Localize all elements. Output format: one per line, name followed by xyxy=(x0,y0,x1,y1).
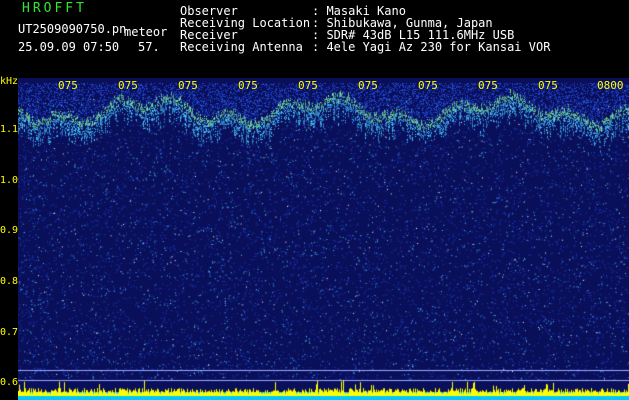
y-tick-label: 0.9 xyxy=(0,225,19,236)
y-tick-label: 1.0 xyxy=(0,175,19,186)
capture-datetime: 25.09.09 07:50 xyxy=(18,40,120,54)
meta-label-antenna: Receiving Antenna xyxy=(180,40,303,54)
y-tick-label: 0.8 xyxy=(0,276,19,287)
x-tick-label: 075 xyxy=(298,79,318,92)
x-tick-label: 075 xyxy=(478,79,498,92)
x-tick-label: 075 xyxy=(538,79,558,92)
y-tick-label: 0.6 xyxy=(0,377,19,388)
x-tick-label: 075 xyxy=(358,79,378,92)
meta-value-antenna: : 4ele Yagi Az 230 for Kansai VOR xyxy=(312,40,551,54)
meteor-count: 57. xyxy=(138,40,160,54)
y-tick-label: 1.1 xyxy=(0,124,19,135)
x-tick-label: 075 xyxy=(418,79,438,92)
x-tick-label: 075 xyxy=(238,79,258,92)
x-tick-label: 0800 xyxy=(597,79,624,92)
axis-unit-label: kHz xyxy=(0,76,19,87)
spectrogram-canvas xyxy=(18,78,629,400)
x-tick-label: 075 xyxy=(118,79,138,92)
x-tick-label: 075 xyxy=(58,79,78,92)
app-title: HROFFT xyxy=(22,1,87,16)
filename-suffix: meteor xyxy=(124,25,168,39)
y-tick-label: 0.7 xyxy=(0,327,19,338)
image-filename: UT2509090750.pn xyxy=(18,22,127,36)
x-tick-label: 075 xyxy=(178,79,198,92)
